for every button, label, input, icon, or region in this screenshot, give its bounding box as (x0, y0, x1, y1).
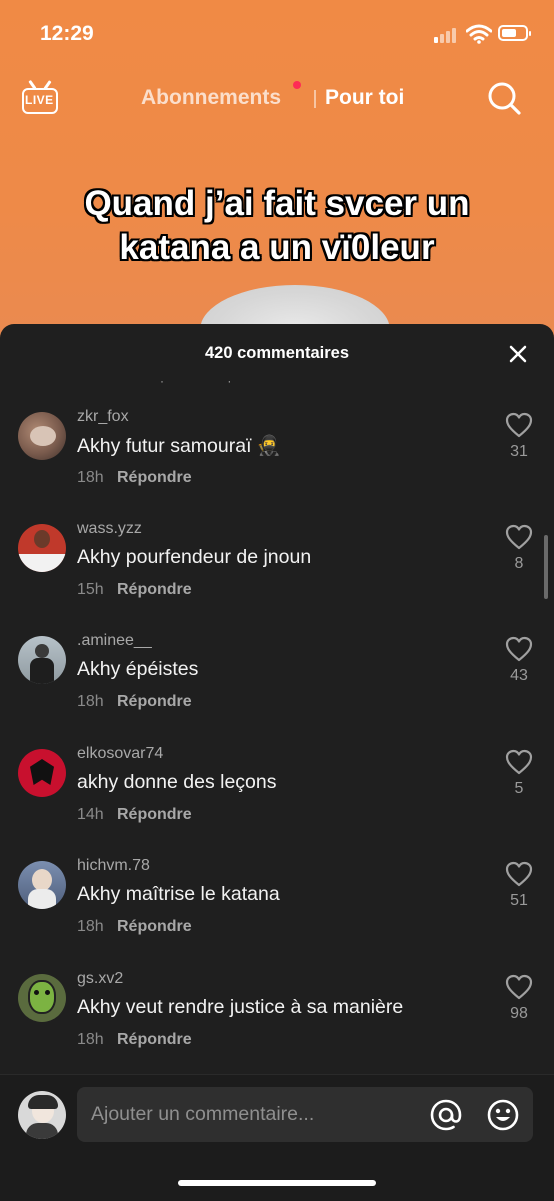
scrollbar[interactable] (544, 535, 548, 599)
mention-at-icon[interactable] (429, 1098, 463, 1132)
avatar[interactable] (18, 749, 66, 797)
tab-following[interactable]: Abonnements (141, 86, 281, 110)
comment-text: Akhy épéistes (77, 658, 199, 680)
comment-item[interactable]: wass.yzz Akhy pourfendeur de jnoun 15h R… (0, 520, 554, 624)
comment-username[interactable]: hichvm.78 (77, 857, 150, 875)
comment-input-placeholder: Ajouter un commentaire... (91, 1103, 315, 1125)
close-icon[interactable] (508, 344, 528, 364)
caption-line-1: Quand j’ai fait svcer un (84, 184, 470, 223)
notification-dot (293, 81, 301, 89)
video-caption: Quand j’ai fait svcer un katana a un vï0… (30, 182, 524, 270)
like-count: 31 (510, 443, 528, 460)
heart-icon[interactable] (505, 636, 533, 662)
comment-text: Akhy pourfendeur de jnoun (77, 546, 312, 568)
comment-username[interactable]: elkosovar74 (77, 745, 163, 763)
reply-button[interactable]: Répondre (117, 806, 192, 824)
avatar[interactable] (18, 524, 66, 572)
live-button[interactable]: LIVE (22, 80, 60, 118)
comments-count-title: 420 commentaires (205, 344, 349, 362)
reply-button[interactable]: Répondre (117, 693, 192, 711)
like-count: 8 (514, 555, 524, 572)
comment-time: 18h (77, 1031, 104, 1048)
avatar[interactable] (18, 861, 66, 909)
heart-icon[interactable] (505, 412, 533, 438)
cellular-signal-icon (434, 27, 462, 43)
emoji-icon[interactable] (486, 1098, 520, 1132)
comment-username[interactable]: .aminee__ (77, 632, 152, 650)
like-count: 5 (514, 780, 524, 797)
search-icon[interactable] (486, 80, 522, 116)
heart-icon[interactable] (505, 749, 533, 775)
comment-time: 18h (77, 918, 104, 935)
status-time: 12:29 (40, 22, 94, 45)
reply-button[interactable]: Répondre (117, 581, 192, 599)
caption-line-2: katana a un vï0leur (119, 228, 435, 267)
comment-item[interactable]: zkr_fox Akhy futur samouraï 🥷 18h Répond… (0, 408, 554, 512)
reply-button[interactable]: Répondre (117, 1031, 192, 1049)
my-avatar (18, 1091, 66, 1139)
avatar[interactable] (18, 974, 66, 1022)
home-indicator[interactable] (178, 1180, 376, 1186)
avatar[interactable] (18, 412, 66, 460)
comment-item[interactable]: .aminee__ Akhy épéistes 18h Répondre 43 (0, 632, 554, 736)
comment-time: 14h (77, 806, 104, 823)
heart-icon[interactable] (505, 974, 533, 1000)
comment-item[interactable]: hichvm.78 Akhy maîtrise le katana 18h Ré… (0, 857, 554, 961)
comment-username[interactable]: wass.yzz (77, 520, 142, 538)
like-count: 51 (510, 892, 528, 909)
like-count: 98 (510, 1005, 528, 1022)
comment-time: 15h (77, 581, 104, 598)
comment-text: Akhy futur samouraï 🥷 (77, 435, 282, 457)
avatar[interactable] (18, 636, 66, 684)
reply-button[interactable]: Répondre (117, 918, 192, 936)
tab-divider (314, 90, 316, 108)
reply-button[interactable]: Répondre (117, 469, 192, 487)
truncated-content-dots: · · (160, 374, 262, 388)
heart-icon[interactable] (505, 861, 533, 887)
comment-text: Akhy maîtrise le katana (77, 883, 280, 905)
comment-text: Akhy veut rendre justice à sa manière (77, 996, 404, 1018)
comment-item[interactable]: elkosovar74 akhy donne des leçons 14h Ré… (0, 745, 554, 849)
heart-icon[interactable] (505, 524, 533, 550)
comment-text: akhy donne des leçons (77, 771, 277, 793)
status-bar: 12:29 (0, 0, 554, 68)
wifi-icon (466, 24, 492, 44)
comment-time: 18h (77, 693, 104, 710)
like-count: 43 (510, 667, 528, 684)
battery-icon (498, 25, 531, 41)
live-label: LIVE (25, 93, 54, 107)
comment-item[interactable]: gs.xv2 Akhy veut rendre justice à sa man… (0, 970, 554, 1074)
comment-input[interactable]: Ajouter un commentaire... (77, 1087, 533, 1142)
comment-username[interactable]: zkr_fox (77, 408, 129, 426)
comment-username[interactable]: gs.xv2 (77, 970, 123, 988)
tab-for-you[interactable]: Pour toi (325, 86, 404, 110)
comment-time: 18h (77, 469, 104, 486)
